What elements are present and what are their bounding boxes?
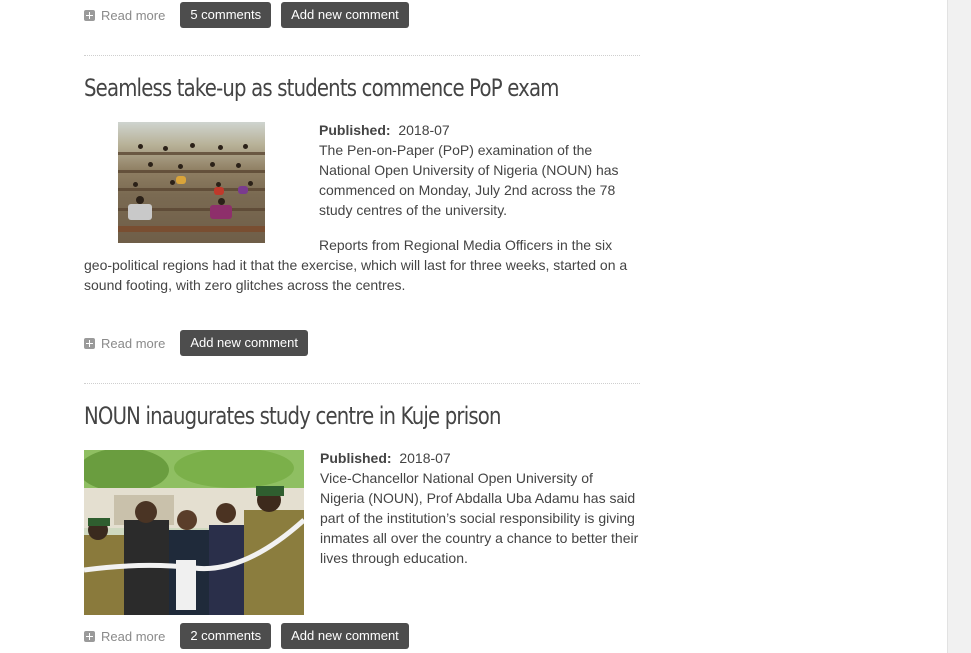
article-links: Read more Add new comment [84,330,318,356]
comments-button[interactable]: 5 comments [180,2,272,28]
plus-icon [84,337,95,349]
article-links: Read more 2 comments Add new comment [84,623,419,649]
prison-ceremony-image[interactable] [84,450,304,615]
read-more-label: Read more [101,335,166,351]
article-divider [84,55,640,56]
add-comment-button[interactable]: Add new comment [281,2,409,28]
published-date: 2018-07 [399,450,451,466]
article-title[interactable]: Seamless take-up as students commence Po… [84,74,559,102]
article-paragraph: Reports from Regional Media Officers in … [84,237,628,293]
add-comment-button[interactable]: Add new comment [180,330,308,356]
comments-button[interactable]: 2 comments [180,623,272,649]
published-label: Published: [320,450,392,466]
exam-hall-photo [118,122,265,243]
read-more-label: Read more [101,628,166,644]
read-more-label: Read more [101,7,166,23]
prison-ceremony-photo [84,450,304,615]
article-body: Published: 2018-07 The Pen-on-Paper (PoP… [84,120,640,295]
plus-icon [84,630,95,642]
article-divider [84,383,640,384]
article-title[interactable]: NOUN inaugurates study centre in Kuje pr… [84,402,501,430]
previous-article-links: Read more 5 comments Add new comment [84,2,419,28]
exam-hall-image[interactable] [84,122,303,244]
article-body: Published: 2018-07 Vice-Chancellor Natio… [84,448,640,619]
read-more-link[interactable]: Read more [84,629,165,644]
page-scrollbar[interactable] [947,0,971,653]
plus-icon [84,9,95,21]
published-label: Published: [319,122,391,138]
published-date: 2018-07 [398,122,450,138]
read-more-link[interactable]: Read more [84,8,165,23]
read-more-link[interactable]: Read more [84,336,165,351]
add-comment-button[interactable]: Add new comment [281,623,409,649]
